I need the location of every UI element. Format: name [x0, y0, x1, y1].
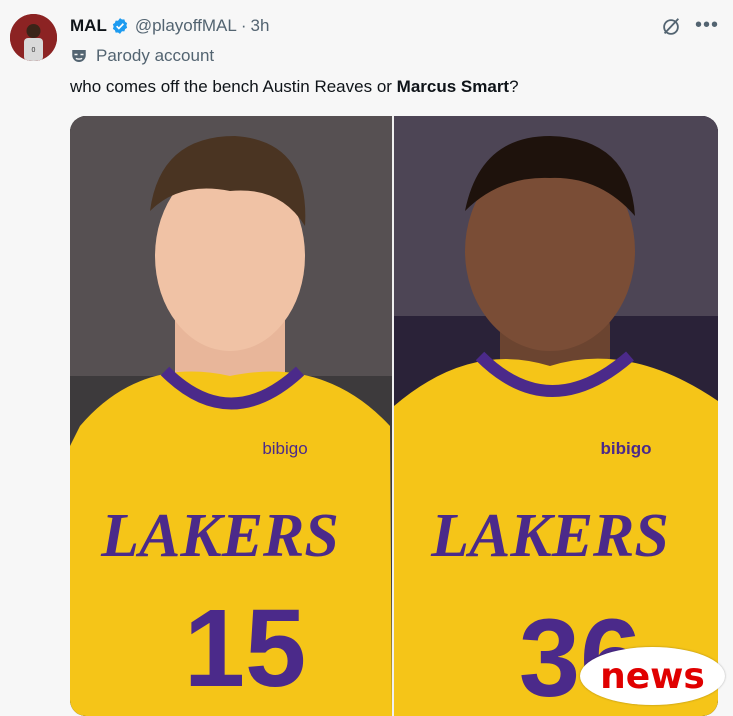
tweet-header: MAL @playoffMAL · 3h — [70, 16, 269, 36]
parody-label: Parody account — [70, 46, 214, 66]
tweet-text: who comes off the bench Austin Reaves or… — [70, 77, 519, 97]
right-team-name: LAKERS — [430, 502, 669, 570]
news-watermark: news — [580, 647, 725, 705]
timestamp[interactable]: 3h — [251, 16, 270, 36]
separator-dot: · — [240, 16, 247, 35]
grok-icon[interactable] — [660, 16, 682, 38]
left-jersey-number: 15 — [184, 587, 306, 710]
author-handle[interactable]: @playoffMAL — [135, 16, 237, 36]
tweet-image[interactable]: bibigo LAKERS 15 bibigo LAKERS 36 — [70, 116, 718, 716]
tweet: 0 MAL @playoffMAL · 3h Parody account wh… — [0, 0, 733, 716]
parody-mask-icon — [70, 47, 88, 65]
tweet-text-bold: Marcus Smart — [396, 77, 510, 96]
right-sponsor: bibigo — [601, 439, 652, 458]
svg-text:0: 0 — [32, 47, 36, 54]
avatar[interactable]: 0 — [10, 14, 57, 61]
author-name[interactable]: MAL — [70, 16, 107, 36]
verified-badge-icon — [111, 17, 129, 35]
left-team-name: LAKERS — [100, 502, 339, 570]
tweet-text-end: ? — [509, 77, 519, 96]
tweet-text-start: who comes off the bench Austin Reaves or — [70, 77, 397, 96]
left-sponsor: bibigo — [262, 439, 307, 458]
more-options-icon[interactable]: ••• — [695, 14, 719, 37]
parody-label-text: Parody account — [96, 46, 215, 65]
